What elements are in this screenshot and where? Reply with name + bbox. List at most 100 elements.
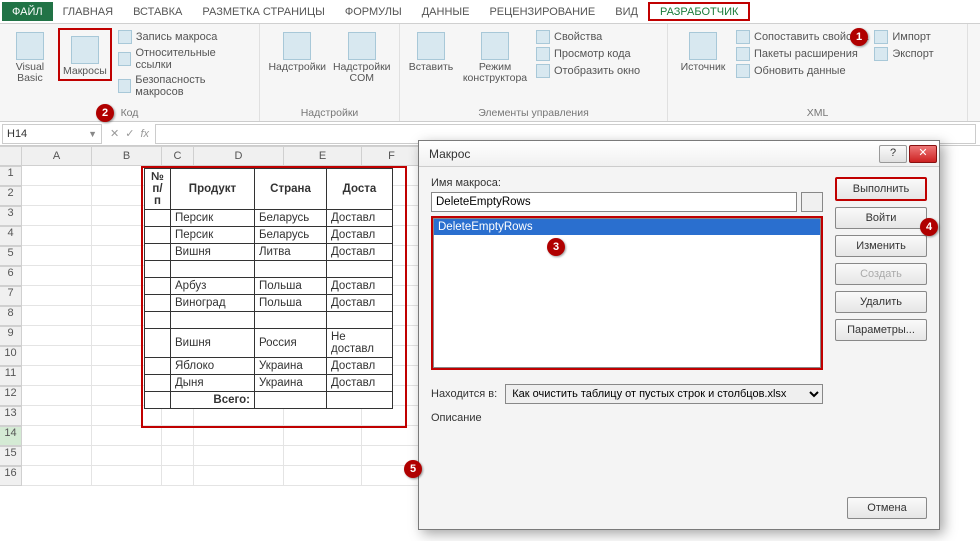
range-picker-icon[interactable] [801,192,823,212]
cell[interactable] [194,406,284,426]
tab-developer[interactable]: РАЗРАБОТЧИК [648,2,750,21]
macro-list[interactable]: DeleteEmptyRows [433,218,821,368]
macro-name-input[interactable] [431,192,797,212]
run-button[interactable]: Выполнить [835,177,927,201]
macro-list-item[interactable]: DeleteEmptyRows [434,219,820,235]
row-header[interactable]: 6 [0,266,22,286]
dialog-titlebar[interactable]: Макрос ? ✕ [419,141,939,167]
record-macro-button[interactable]: Запись макроса [118,30,251,44]
view-code-button[interactable]: Просмотр кода [536,47,640,61]
dialog-close-button[interactable]: ✕ [909,145,937,163]
chevron-down-icon[interactable]: ▼ [88,129,97,139]
cell[interactable] [22,206,92,226]
table-cell[interactable]: Вишня [171,244,255,261]
table-cell[interactable]: Польша [255,278,327,295]
row-header[interactable]: 16 [0,466,22,486]
com-addins-button[interactable]: Надстройки COM [333,28,392,84]
table-cell[interactable]: Яблоко [171,358,255,375]
row-header[interactable]: 15 [0,446,22,466]
table-cell[interactable] [255,312,327,329]
table-cell[interactable] [327,312,393,329]
insert-control-button[interactable]: Вставить [408,28,454,73]
cell[interactable] [22,286,92,306]
table-cell[interactable]: Доставл [327,244,393,261]
row-header[interactable]: 10 [0,346,22,366]
row-header[interactable]: 11 [0,366,22,386]
row-header[interactable]: 7 [0,286,22,306]
cell[interactable] [284,446,362,466]
table-cell[interactable]: Виноград [171,295,255,312]
table-cell[interactable] [255,261,327,278]
design-mode-button[interactable]: Режим конструктора [460,28,530,84]
fx-icon[interactable]: fx [140,128,149,140]
col-header[interactable]: E [284,146,362,166]
col-header[interactable]: A [22,146,92,166]
cell[interactable] [362,426,422,446]
xml-import-button[interactable]: Импорт [874,30,933,44]
table-cell[interactable] [145,329,171,358]
table-cell[interactable] [145,227,171,244]
cell[interactable] [362,406,422,426]
row-header[interactable]: 8 [0,306,22,326]
table-cell[interactable] [145,278,171,295]
cell[interactable] [194,446,284,466]
cell[interactable] [92,406,162,426]
table-cell[interactable]: Украина [255,375,327,392]
name-box[interactable]: H14 ▼ [2,124,102,144]
cell[interactable] [162,466,194,486]
table-cell[interactable]: Доставл [327,295,393,312]
tab-insert[interactable]: ВСТАВКА [123,2,192,21]
select-all-corner[interactable] [0,146,22,166]
cell[interactable] [22,246,92,266]
row-header[interactable]: 1 [0,166,22,186]
table-cell[interactable] [171,261,255,278]
table-cell[interactable]: Персик [171,210,255,227]
cell[interactable] [22,406,92,426]
cell[interactable] [194,466,284,486]
delete-button[interactable]: Удалить [835,291,927,313]
cell[interactable] [22,366,92,386]
accept-formula-icon[interactable]: ✓ [125,127,134,140]
row-header[interactable]: 9 [0,326,22,346]
addins-button[interactable]: Надстройки [268,28,327,73]
row-header[interactable]: 2 [0,186,22,206]
cell[interactable] [22,426,92,446]
table-cell[interactable]: Персик [171,227,255,244]
expansion-packs-button[interactable]: Пакеты расширения [736,47,868,61]
cell[interactable] [22,466,92,486]
table-cell[interactable]: Не доставл [327,329,393,358]
cell[interactable] [194,426,284,446]
table-cell[interactable]: Доставл [327,210,393,227]
tab-view[interactable]: ВИД [605,2,648,21]
table-cell[interactable]: Доставл [327,227,393,244]
table-cell[interactable]: Украина [255,358,327,375]
cell[interactable] [22,166,92,186]
table-cell[interactable] [145,261,171,278]
cell[interactable] [22,446,92,466]
cell[interactable] [22,326,92,346]
refresh-data-button[interactable]: Обновить данные [736,64,868,78]
table-cell[interactable]: Беларусь [255,227,327,244]
cell[interactable] [22,266,92,286]
row-header[interactable]: 3 [0,206,22,226]
cell[interactable] [162,446,194,466]
col-header[interactable]: D [194,146,284,166]
cell[interactable] [284,466,362,486]
table-cell[interactable]: Беларусь [255,210,327,227]
edit-button[interactable]: Изменить [835,235,927,257]
table-cell[interactable] [171,312,255,329]
macros-button[interactable]: Макросы [62,32,108,77]
cell[interactable] [162,426,194,446]
table-cell[interactable]: Литва [255,244,327,261]
tab-data[interactable]: ДАННЫЕ [412,2,480,21]
tab-formulas[interactable]: ФОРМУЛЫ [335,2,412,21]
tab-review[interactable]: РЕЦЕНЗИРОВАНИЕ [479,2,605,21]
row-header[interactable]: 12 [0,386,22,406]
cell[interactable] [22,186,92,206]
table-cell[interactable] [145,312,171,329]
cell[interactable] [22,306,92,326]
step-into-button[interactable]: Войти [835,207,927,229]
table-cell[interactable] [145,358,171,375]
macro-security-button[interactable]: Безопасность макросов [118,74,251,98]
map-properties-button[interactable]: Сопоставить свойства [736,30,868,44]
